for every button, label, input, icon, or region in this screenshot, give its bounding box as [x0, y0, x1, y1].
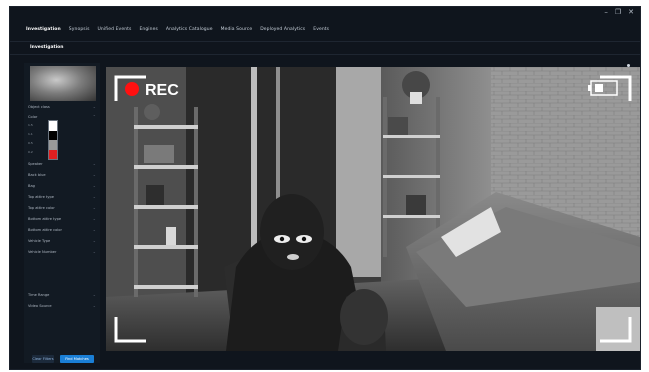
- chevron-down-icon: ⌄: [92, 292, 96, 297]
- filter-color[interactable]: Color ⌃: [28, 114, 96, 121]
- chevron-down-icon: ⌄: [92, 205, 96, 210]
- chevron-down-icon: ⌄: [92, 303, 96, 308]
- filter-bottom-attire-type[interactable]: Bottom attire type ⌄: [28, 216, 96, 223]
- filter-label: Color: [28, 115, 38, 119]
- filter-top-attire-color[interactable]: Top attire color ⌄: [28, 205, 96, 212]
- filter-label: Top attire color: [28, 206, 55, 210]
- chevron-down-icon: ⌄: [92, 227, 96, 232]
- filter-label: Top attire type: [28, 195, 55, 199]
- filter-top-attire-type[interactable]: Top attire type ⌄: [28, 194, 96, 201]
- filter-label: Time Range: [28, 293, 50, 297]
- color-swatches: [48, 120, 58, 160]
- left-wall: [106, 67, 196, 297]
- filter-back-blue[interactable]: Back blue ⌄: [28, 172, 96, 179]
- swatch-label: 1.5: [28, 123, 33, 127]
- filter-bottom-attire-color[interactable]: Bottom attire color ⌄: [28, 227, 96, 234]
- rec-label: REC: [145, 82, 179, 99]
- filter-label: Speaker: [28, 162, 43, 166]
- restore-icon[interactable]: ❐: [615, 9, 621, 16]
- app-window: – ❐ ✕ Investigation Synopsis Unified Eve…: [10, 7, 640, 369]
- subtab-investigation[interactable]: Investigation: [30, 45, 63, 50]
- swatch-black[interactable]: [49, 130, 57, 140]
- tab-unified-events[interactable]: Unified Events: [98, 27, 132, 32]
- tab-media-source[interactable]: Media Source: [221, 27, 253, 32]
- viewer-menu-dot[interactable]: [627, 64, 630, 67]
- filter-label: Bag: [28, 184, 35, 188]
- swatch-red[interactable]: [49, 149, 57, 159]
- sub-tab-bar: Investigation: [10, 41, 640, 55]
- filter-video-source[interactable]: Video Source ⌄: [28, 303, 96, 310]
- chevron-down-icon: ⌄: [92, 249, 96, 254]
- filter-panel: Object class ⌄ Color ⌃ 1.5 1.1 0.5 0.2 S…: [24, 63, 100, 363]
- swatch-label: 0.5: [28, 141, 33, 145]
- main-tabs: Investigation Synopsis Unified Events En…: [26, 27, 329, 32]
- clear-filters-button[interactable]: Clear Filters: [32, 355, 54, 363]
- rec-dot-icon: [125, 82, 139, 96]
- swatch-label: 1.1: [28, 132, 33, 136]
- tab-events[interactable]: Events: [313, 27, 329, 32]
- tab-synopsis[interactable]: Synopsis: [69, 27, 90, 32]
- filter-label: Bottom attire color: [28, 228, 62, 232]
- filter-vehicle-number[interactable]: Vehicle Number ⌄: [28, 249, 96, 256]
- filter-label: Object class: [28, 105, 50, 109]
- filter-vehicle-type[interactable]: Vehicle Type ⌄: [28, 238, 96, 245]
- video-viewer[interactable]: REC: [106, 67, 640, 351]
- filter-bag[interactable]: Bag ⌄: [28, 183, 96, 190]
- chevron-down-icon: ⌄: [92, 161, 96, 166]
- chevron-down-icon: ⌄: [92, 238, 96, 243]
- filter-object-class[interactable]: Object class ⌄: [28, 104, 96, 111]
- swatch-white[interactable]: [49, 121, 57, 131]
- filter-label: Vehicle Number: [28, 250, 57, 254]
- chevron-down-icon: ⌄: [92, 172, 96, 177]
- chevron-down-icon: ⌄: [92, 194, 96, 199]
- filter-label: Vehicle Type: [28, 239, 51, 243]
- window-controls: – ❐ ✕: [604, 9, 634, 16]
- tab-deployed-analytics[interactable]: Deployed Analytics: [260, 27, 305, 32]
- reference-thumbnail[interactable]: [30, 66, 96, 101]
- chevron-down-icon: ⌄: [92, 183, 96, 188]
- close-icon[interactable]: ✕: [628, 9, 634, 16]
- minimize-icon[interactable]: –: [604, 9, 608, 16]
- swatch-gray[interactable]: [49, 140, 57, 150]
- find-matches-button[interactable]: Find Matches: [60, 355, 94, 363]
- filter-time-range[interactable]: Time Range ⌄: [28, 292, 96, 299]
- filter-label: Video Source: [28, 304, 52, 308]
- chevron-down-icon: ⌄: [92, 104, 96, 109]
- tab-analytics-catalogue[interactable]: Analytics Catalogue: [166, 27, 213, 32]
- chevron-down-icon: ⌄: [92, 216, 96, 221]
- tab-engines[interactable]: Engines: [139, 27, 157, 32]
- curtain: [336, 67, 386, 277]
- filter-label: Bottom attire type: [28, 217, 62, 221]
- swatch-label: 0.2: [28, 150, 33, 154]
- filter-label: Back blue: [28, 173, 46, 177]
- chevron-up-icon: ⌃: [92, 114, 96, 119]
- camera-frame: REC: [106, 67, 640, 351]
- tab-investigation[interactable]: Investigation: [26, 27, 61, 32]
- filter-speaker[interactable]: Speaker ⌄: [28, 161, 96, 168]
